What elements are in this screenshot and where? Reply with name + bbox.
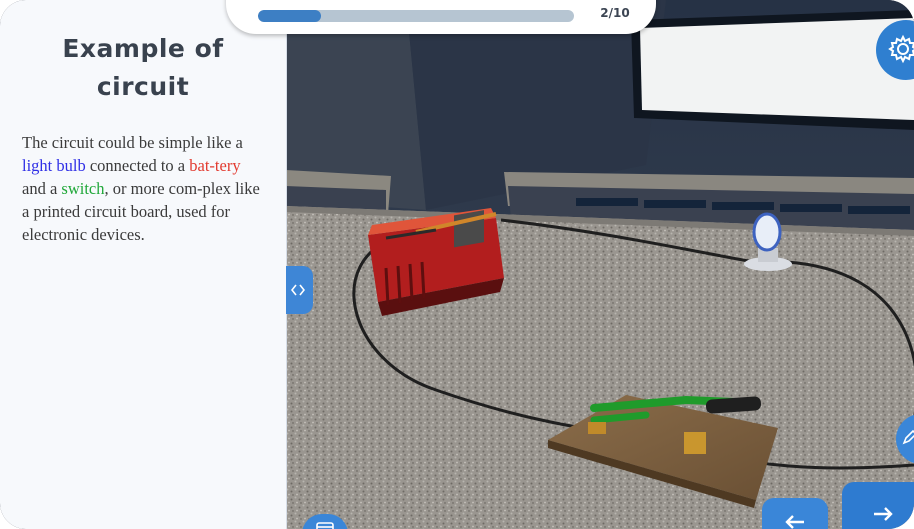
arrow-left-icon xyxy=(785,515,804,529)
gear-icon xyxy=(888,34,914,64)
pencil-icon xyxy=(902,429,914,445)
lesson-body: The circuit could be simple like a light… xyxy=(22,131,264,246)
term-battery: bat-tery xyxy=(189,156,241,175)
lesson-panel: Example of circuit The circuit could be … xyxy=(0,0,287,529)
lesson-title: Example of circuit xyxy=(62,34,224,101)
progress-fill xyxy=(258,10,322,22)
progress-indicator: 2/10 xyxy=(226,0,656,34)
progress-count: 2/10 xyxy=(600,6,630,20)
term-switch: switch xyxy=(61,179,105,198)
term-light-bulb: light bulb xyxy=(22,156,86,175)
collapse-panel-button[interactable] xyxy=(286,266,313,314)
progress-track xyxy=(258,10,574,22)
lesson-text: connected to a xyxy=(85,156,190,175)
next-step-button[interactable] xyxy=(842,482,914,529)
code-brackets-icon xyxy=(291,284,305,296)
arrow-right-icon xyxy=(874,507,893,521)
circuit-3d-scene[interactable] xyxy=(286,0,914,529)
lesson-text: The circuit could be simple like a xyxy=(22,133,243,152)
window-icon xyxy=(316,522,334,529)
scene-canvas xyxy=(286,0,914,529)
previous-step-button[interactable] xyxy=(762,498,828,529)
app-frame: Example of circuit The circuit could be … xyxy=(0,0,914,529)
lesson-text: and a xyxy=(22,179,62,198)
